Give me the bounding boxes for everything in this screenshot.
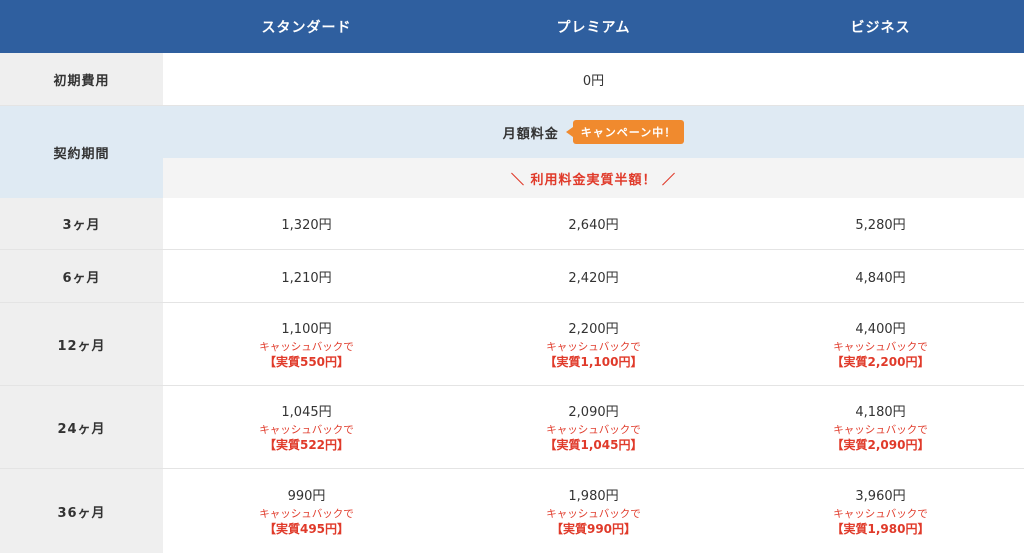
pricing-table: スタンダード プレミアム ビジネス 初期費用 0円 契約期間 月額料金 キャンペ… [0,0,1024,553]
price-premium: 2,090円 [568,405,619,420]
contract-section: 契約期間 月額料金 キャンペーン中！ ＼ 利用料金実質半額！ ／ [0,106,1024,198]
period-label: 36ヶ月 [0,469,163,553]
price-premium: 1,980円 [568,489,619,504]
effective-price: 【実質1,045円】 [544,438,643,452]
price-business: 5,280円 [855,218,906,233]
effective-price: 【実質550円】 [263,355,350,369]
price-business: 4,180円 [855,405,906,420]
table-row: 24ヶ月 1,045円 キャッシュバックで 【実質522円】 2,090円 キャ… [0,386,1024,469]
price-business: 4,840円 [855,270,906,286]
cashback-note: キャッシュバックで [259,508,354,520]
monthly-fee-header: 月額料金 キャンペーン中！ [163,106,1024,158]
price-premium: 2,420円 [568,270,619,286]
effective-price: 【実質2,090円】 [831,438,930,452]
contract-period-label: 契約期間 [0,106,163,198]
price-standard: 1,100円 [281,322,332,337]
cashback-note: キャッシュバックで [546,341,641,353]
initial-fee-row: 初期費用 0円 [0,53,1024,106]
table-row: 3ヶ月 1,320円 2,640円 5,280円 [0,198,1024,250]
table-row: 12ヶ月 1,100円 キャッシュバックで 【実質550円】 2,200円 キャ… [0,303,1024,386]
price-standard: 1,320円 [281,218,332,233]
price-business: 4,400円 [855,322,906,337]
price-business: 3,960円 [855,489,906,504]
cashback-note: キャッシュバックで [833,508,928,520]
header-plan-standard: スタンダード [261,19,352,36]
effective-price: 【実質522円】 [263,438,350,452]
cashback-note: キャッシュバックで [259,341,354,353]
header-plan-business: ビジネス [850,19,911,36]
campaign-badge: キャンペーン中！ [565,120,685,144]
effective-price: 【実質1,100円】 [544,355,643,369]
header-empty-cell [0,0,163,53]
table-row: 36ヶ月 990円 キャッシュバックで 【実質495円】 1,980円 キャッシ… [0,469,1024,553]
monthly-fee-label: 月額料金 [502,126,559,142]
price-premium: 2,200円 [568,322,619,337]
price-cell-premium: 2,090円 キャッシュバックで 【実質1,045円】 [450,386,737,468]
cashback-note: キャッシュバックで [546,424,641,436]
cashback-note: キャッシュバックで [833,341,928,353]
initial-fee-label: 初期費用 [0,53,163,105]
price-cell-business: 3,960円 キャッシュバックで 【実質1,980円】 [737,469,1024,553]
effective-price: 【実質495円】 [263,522,350,536]
half-price-banner: ＼ 利用料金実質半額！ ／ [163,158,1024,198]
cashback-note: キャッシュバックで [259,424,354,436]
table-row: 6ヶ月 1,210円 2,420円 4,840円 [0,250,1024,303]
price-cell-premium: 1,980円 キャッシュバックで 【実質990円】 [450,469,737,553]
price-cell-standard: 1,100円 キャッシュバックで 【実質550円】 [163,303,450,385]
price-standard: 990円 [287,489,326,504]
period-label: 24ヶ月 [0,386,163,468]
price-cell-business: 4,180円 キャッシュバックで 【実質2,090円】 [737,386,1024,468]
table-header: スタンダード プレミアム ビジネス [0,0,1024,53]
header-plan-premium: プレミアム [556,19,631,36]
period-label: 3ヶ月 [0,198,163,249]
price-cell-standard: 1,045円 キャッシュバックで 【実質522円】 [163,386,450,468]
period-label: 12ヶ月 [0,303,163,385]
price-cell-standard: 990円 キャッシュバックで 【実質495円】 [163,469,450,553]
cashback-note: キャッシュバックで [546,508,641,520]
effective-price: 【実質2,200円】 [831,355,930,369]
price-standard: 1,045円 [281,405,332,420]
cashback-note: キャッシュバックで [833,424,928,436]
effective-price: 【実質990円】 [550,522,637,536]
effective-price: 【実質1,980円】 [831,522,930,536]
price-cell-premium: 2,200円 キャッシュバックで 【実質1,100円】 [450,303,737,385]
period-label: 6ヶ月 [0,250,163,302]
price-standard: 1,210円 [281,270,332,286]
initial-fee-value: 0円 [582,73,605,89]
price-premium: 2,640円 [568,218,619,233]
price-cell-business: 4,400円 キャッシュバックで 【実質2,200円】 [737,303,1024,385]
